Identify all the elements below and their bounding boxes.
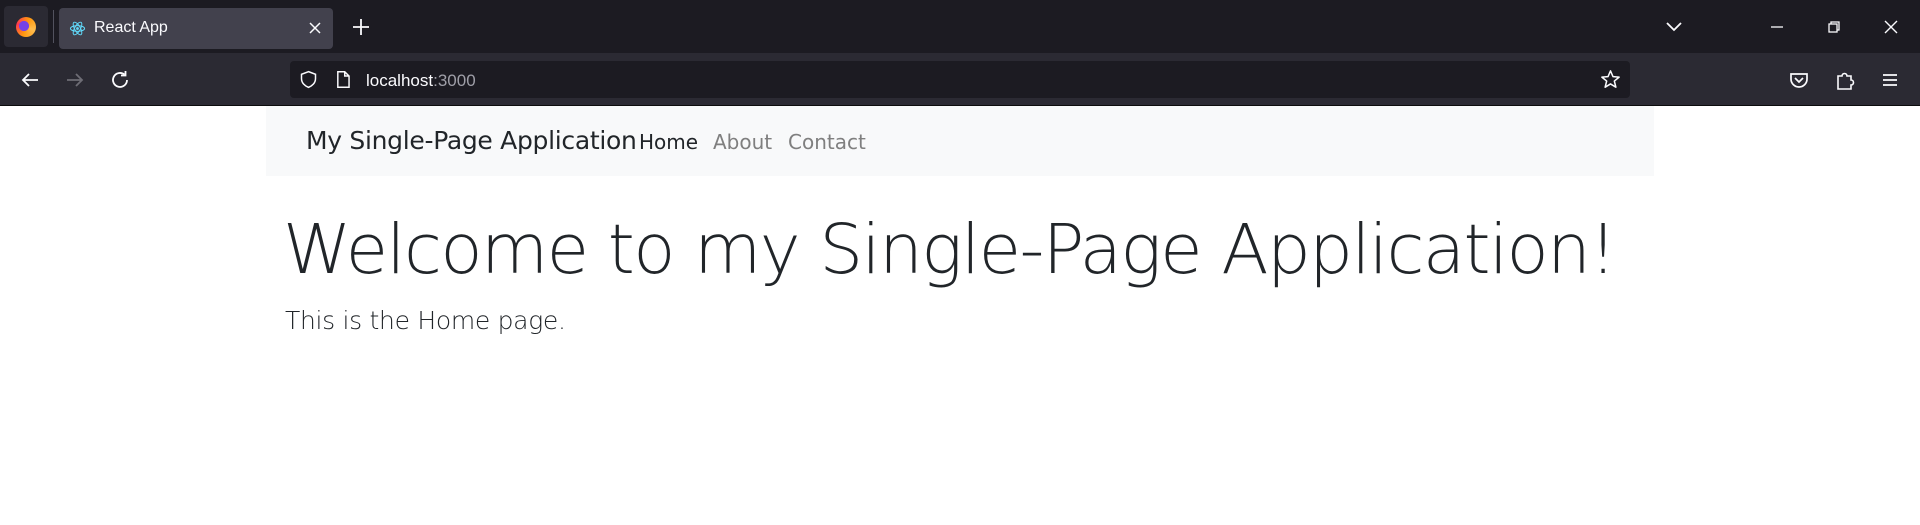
page-lead-text: This is the Home page. xyxy=(285,306,566,335)
react-atom-icon xyxy=(69,21,86,36)
back-arrow-icon[interactable] xyxy=(18,68,42,92)
page-viewport: My Single-Page Application Home About Co… xyxy=(0,106,1920,525)
navbar-brand[interactable]: My Single-Page Application xyxy=(306,126,637,155)
url-host: localhost xyxy=(366,71,434,90)
nav-link-about[interactable]: About xyxy=(713,130,772,154)
address-bar[interactable]: localhost:3000 xyxy=(290,61,1630,98)
tab-title: React App xyxy=(94,19,168,36)
restore-window-icon[interactable] xyxy=(1821,14,1847,40)
new-tab-icon[interactable] xyxy=(349,15,373,39)
nav-link-contact[interactable]: Contact xyxy=(788,130,866,154)
extensions-puzzle-icon[interactable] xyxy=(1833,68,1857,92)
app-navbar: My Single-Page Application Home About Co… xyxy=(266,106,1654,176)
url-port: :3000 xyxy=(433,71,476,90)
nav-link-home[interactable]: Home xyxy=(639,130,698,154)
list-all-tabs-icon[interactable] xyxy=(1661,14,1687,40)
url-text[interactable]: localhost:3000 xyxy=(366,71,476,91)
browser-tab-strip: React App xyxy=(0,0,1920,53)
shield-icon[interactable] xyxy=(298,69,319,90)
browser-toolbar: localhost:3000 xyxy=(0,53,1920,106)
page-info-icon[interactable] xyxy=(334,70,352,89)
page-title: Welcome to my Single-Page Application! xyxy=(283,210,1617,290)
browser-tab-active[interactable]: React App xyxy=(59,8,333,49)
pocket-icon[interactable] xyxy=(1787,68,1811,92)
tab-divider xyxy=(53,10,54,43)
minimize-window-icon[interactable] xyxy=(1764,14,1790,40)
hamburger-menu-icon[interactable] xyxy=(1878,68,1902,92)
close-window-icon[interactable] xyxy=(1878,14,1904,40)
firefox-menu-button[interactable] xyxy=(4,6,48,47)
close-tab-icon[interactable] xyxy=(305,18,325,38)
bookmark-star-icon[interactable] xyxy=(1599,68,1622,91)
forward-arrow-icon[interactable] xyxy=(63,68,87,92)
reload-icon[interactable] xyxy=(108,68,132,92)
firefox-logo-icon xyxy=(16,16,36,37)
